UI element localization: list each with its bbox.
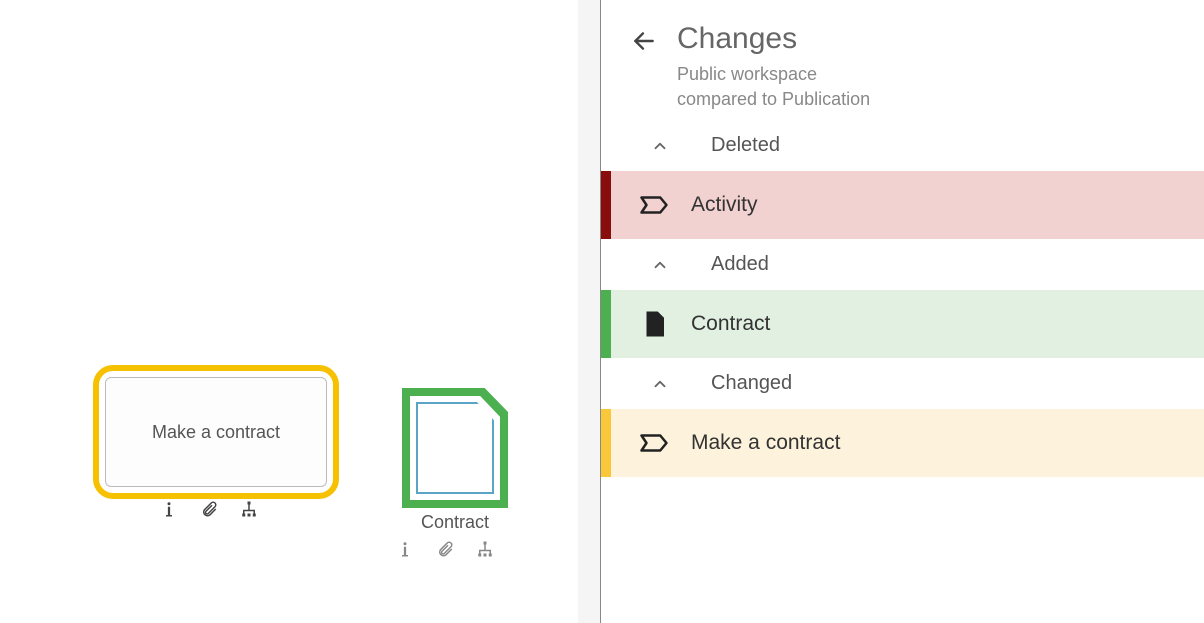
diagram-canvas[interactable]: Make a contract Contract bbox=[0, 0, 598, 623]
change-item-label: Make a contract bbox=[691, 431, 840, 455]
changes-panel: Changes Public workspace compared to Pub… bbox=[600, 0, 1204, 623]
info-icon[interactable] bbox=[396, 540, 414, 558]
change-item-changed[interactable]: Make a contract bbox=[601, 409, 1204, 477]
info-icon[interactable] bbox=[160, 500, 178, 518]
section-label-added: Added bbox=[711, 253, 769, 276]
attachment-icon[interactable] bbox=[200, 500, 218, 518]
back-arrow-icon[interactable] bbox=[631, 28, 657, 54]
panel-header: Changes Public workspace compared to Pub… bbox=[601, 0, 1204, 120]
section-label-changed: Changed bbox=[711, 372, 792, 395]
document-node-toolbar bbox=[396, 540, 494, 558]
document-node[interactable] bbox=[402, 388, 508, 508]
change-item-label: Contract bbox=[691, 312, 770, 336]
activity-icon bbox=[639, 190, 669, 220]
activity-node-toolbar bbox=[160, 500, 258, 518]
section-header-added[interactable]: Added bbox=[601, 239, 1204, 290]
hierarchy-icon[interactable] bbox=[240, 500, 258, 518]
document-label: Contract bbox=[402, 512, 508, 533]
change-item-deleted[interactable]: Activity bbox=[601, 171, 1204, 239]
chevron-up-icon bbox=[651, 256, 669, 274]
chevron-up-icon bbox=[651, 375, 669, 393]
section-header-changed[interactable]: Changed bbox=[601, 358, 1204, 409]
attachment-icon[interactable] bbox=[436, 540, 454, 558]
panel-divider bbox=[578, 0, 600, 623]
section-header-deleted[interactable]: Deleted bbox=[601, 120, 1204, 171]
activity-node[interactable]: Make a contract bbox=[93, 365, 339, 499]
document-icon bbox=[639, 309, 669, 339]
change-item-added[interactable]: Contract bbox=[601, 290, 1204, 358]
activity-label: Make a contract bbox=[105, 377, 327, 487]
change-item-label: Activity bbox=[691, 193, 758, 217]
section-label-deleted: Deleted bbox=[711, 134, 780, 157]
panel-title: Changes bbox=[677, 22, 870, 56]
activity-icon bbox=[639, 428, 669, 458]
chevron-up-icon bbox=[651, 137, 669, 155]
hierarchy-icon[interactable] bbox=[476, 540, 494, 558]
panel-subtitle: Public workspace compared to Publication bbox=[677, 62, 870, 112]
